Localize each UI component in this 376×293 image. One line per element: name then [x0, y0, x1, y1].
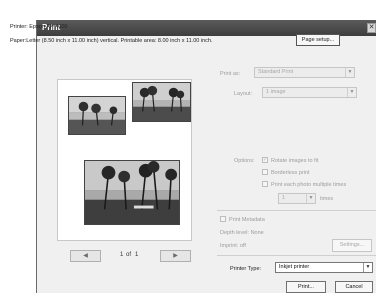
printer-info: Printer: Epson AP-4000: [10, 24, 68, 30]
times-select[interactable]: 1 ▼: [278, 193, 316, 204]
chevron-down-icon: ▼: [345, 68, 354, 77]
preview-photo-1: [68, 96, 126, 135]
imprint-text: Imprint: off: [220, 243, 246, 249]
metadata-settings-button[interactable]: Settings...: [332, 239, 372, 252]
options-label: Options:: [234, 158, 255, 164]
preview-photo-2: [132, 82, 191, 122]
preview-photo-3: [84, 160, 180, 225]
divider: [217, 255, 376, 256]
layout-value: 1 image: [266, 89, 286, 95]
page-setup-button[interactable]: Page setup...: [296, 34, 340, 46]
print-metadata-label: Print Metadata: [229, 217, 265, 223]
total-pages: 1: [135, 252, 139, 258]
borderless-label: Borderless print: [271, 170, 310, 176]
divider: [217, 210, 376, 211]
print-metadata-checkbox[interactable]: [220, 216, 226, 222]
close-button[interactable]: ✕: [367, 23, 376, 33]
times-label: times: [320, 196, 334, 202]
layout-select[interactable]: 1 image ▼: [262, 87, 357, 98]
multiple-label: Print each photo multiple times: [271, 182, 347, 188]
chevron-down-icon: ▼: [347, 88, 356, 97]
depth-level-text: Depth level: None: [220, 230, 264, 236]
layout-label: Layout:: [234, 91, 253, 97]
chevron-down-icon: ▼: [306, 194, 315, 203]
print-button[interactable]: Print...: [286, 281, 326, 293]
page-of-label: of: [126, 252, 132, 258]
print-as-select[interactable]: Standard Print ▼: [254, 67, 355, 78]
times-value: 1: [282, 195, 286, 201]
printer-type-label: Printer Type:: [230, 266, 262, 272]
print-as-value: Standard Print: [258, 69, 294, 75]
cancel-button[interactable]: Cancel: [335, 281, 373, 293]
printer-type-select[interactable]: Inkjet printer ▼: [275, 262, 373, 273]
print-preview: [57, 79, 192, 241]
printer-type-value: Inkjet printer: [279, 264, 310, 270]
next-page-button[interactable]: ▶: [160, 250, 191, 262]
borderless-checkbox[interactable]: [262, 169, 268, 175]
rotate-label: Rotate images to fit: [271, 158, 319, 164]
chevron-down-icon: ▼: [363, 263, 372, 272]
rotate-checkbox[interactable]: ✓: [262, 157, 268, 163]
multiple-checkbox[interactable]: [262, 181, 268, 187]
print-as-label: Print as:: [220, 71, 241, 77]
paper-info: Paper:Letter (8.50 inch x 11.00 inch) ve…: [10, 38, 213, 44]
previous-page-button[interactable]: ◀: [70, 250, 101, 262]
current-page: 1: [120, 252, 124, 258]
